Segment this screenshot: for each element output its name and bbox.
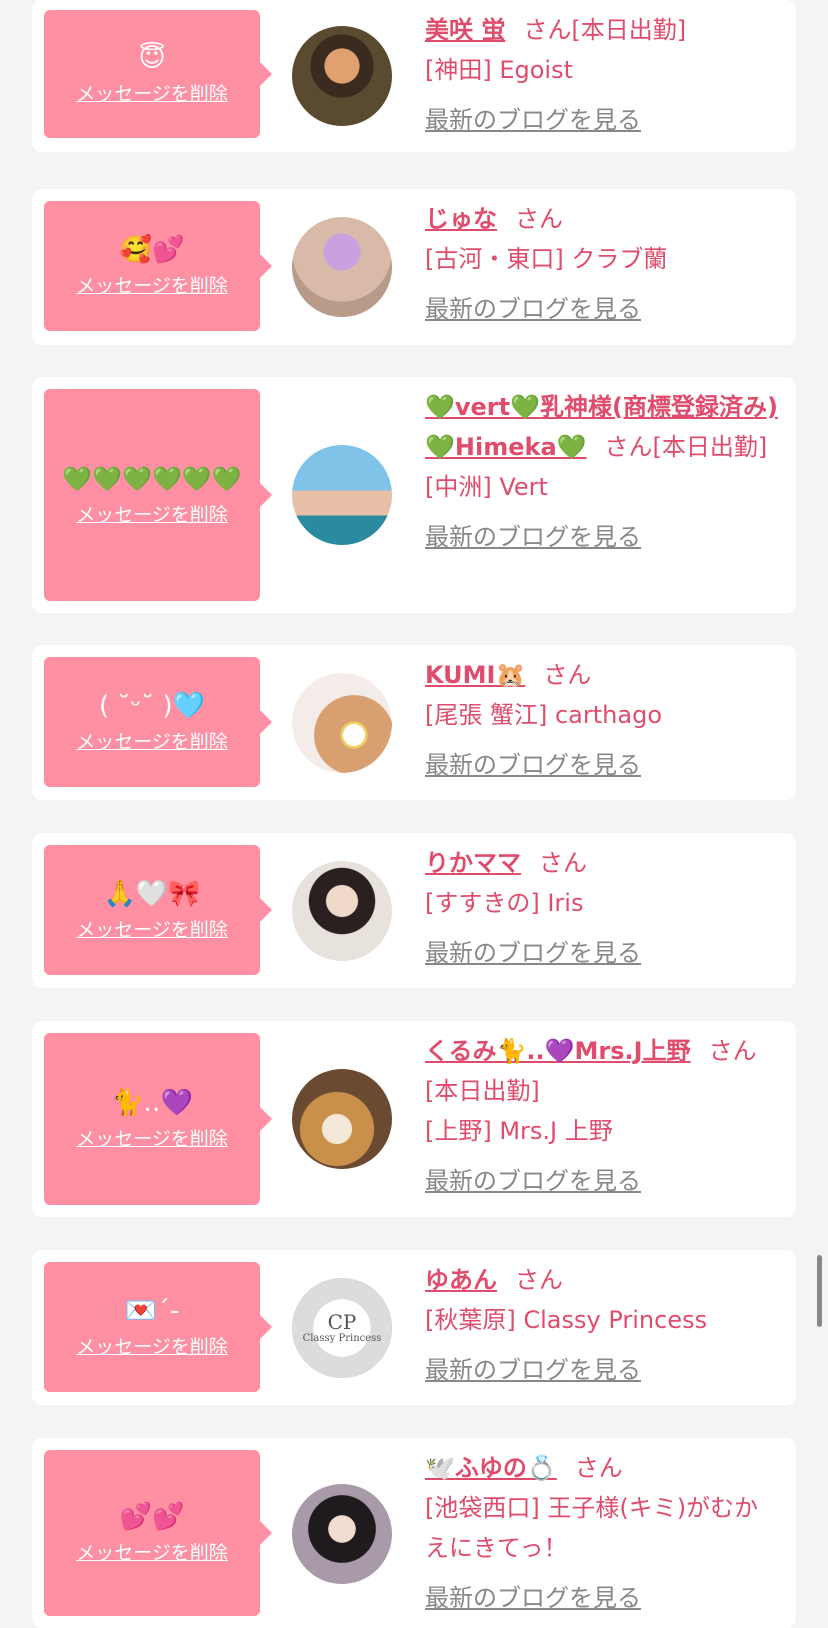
delete-message-link[interactable]: メッセージを削除 [76, 1538, 228, 1565]
avatar[interactable] [292, 217, 392, 317]
girl-name-link[interactable]: りかママ [425, 849, 521, 877]
status-label: [本日出勤] [425, 1077, 540, 1105]
honorific: さん [708, 1037, 757, 1065]
message-emoji: 💌´- [124, 1295, 180, 1326]
status-label: [本日出勤] [571, 16, 687, 44]
message-card: 💌´- メッセージを削除 CP Classy Princess ゆあん さん [秋… [32, 1250, 796, 1405]
avatar[interactable] [292, 673, 392, 773]
message-card: 💕💕 メッセージを削除 🕊️ふゆの💍 さん [池袋西口] 王子様(キミ)がむかえに… [32, 1438, 796, 1628]
delete-message-link[interactable]: メッセージを削除 [76, 79, 228, 106]
entry-info: 🕊️ふゆの💍 さん [池袋西口] 王子様(キミ)がむかえにきてっ！ 最新のブログを… [425, 1448, 782, 1618]
message-emoji: ( ˘ᵕ˘ )🩵 [99, 690, 205, 721]
delete-message-link[interactable]: メッセージを削除 [76, 271, 228, 298]
entry-info: 💚vert💚乳神様(商標登録済み)💚Himeka💚 さん[本日出勤] [中洲] V… [425, 387, 782, 557]
latest-blog-link[interactable]: 最新のブログを見る [425, 1167, 641, 1195]
avatar[interactable]: CP Classy Princess [292, 1278, 392, 1378]
latest-blog-link[interactable]: 最新のブログを見る [425, 1356, 641, 1384]
message-card: 🥰💕 メッセージを削除 じゅな さん [古河・東口] クラブ蘭 最新のブログを見る [32, 189, 796, 345]
message-emoji: 🙏🤍🎀 [103, 878, 201, 909]
latest-blog-link[interactable]: 最新のブログを見る [425, 939, 641, 967]
scrollbar[interactable] [817, 1255, 822, 1327]
message-emoji: 🥰💕 [119, 234, 185, 265]
message-card: 🙏🤍🎀 メッセージを削除 りかママ さん [すすきの] Iris 最新のブログを見… [32, 833, 796, 988]
delete-message-link[interactable]: メッセージを削除 [76, 500, 228, 527]
location-text: [上野] Mrs.J 上野 [425, 1117, 613, 1145]
girl-name-link[interactable]: じゅな [425, 205, 497, 233]
message-bubble: 💌´- メッセージを削除 [44, 1262, 272, 1392]
entry-info: ゆあん さん [秋葉原] Classy Princess 最新のブログを見る [425, 1260, 782, 1390]
girl-name-link[interactable]: 🕊️ふゆの💍 [425, 1454, 557, 1482]
latest-blog-link[interactable]: 最新のブログを見る [425, 295, 641, 323]
message-emoji: 😇 [138, 42, 166, 73]
entry-info: りかママ さん [すすきの] Iris 最新のブログを見る [425, 843, 782, 973]
honorific: さん [539, 849, 587, 877]
entry-info: 美咲 蛍さん[本日出勤] [神田] Egoist 最新のブログを見る [425, 10, 782, 140]
girl-name-link[interactable]: 美咲 蛍 [425, 16, 505, 44]
classy-princess-logo: CP [327, 1310, 357, 1334]
message-bubble: 🥰💕 メッセージを削除 [44, 201, 272, 331]
location-text: [古河・東口] クラブ蘭 [425, 245, 668, 273]
honorific: さん [574, 1454, 623, 1482]
message-emoji: 💕💕 [119, 1501, 185, 1532]
location-text: [すすきの] Iris [425, 889, 584, 917]
avatar[interactable] [292, 26, 392, 126]
message-emoji: 🐈‥💜 [110, 1087, 194, 1118]
message-card: 😇 メッセージを削除 美咲 蛍さん[本日出勤] [神田] Egoist 最新のブ… [32, 0, 796, 152]
delete-message-link[interactable]: メッセージを削除 [76, 1332, 228, 1359]
status-label: [本日出勤] [652, 433, 768, 461]
classy-princess-wordmark: Classy Princess [302, 1333, 382, 1344]
message-emoji: 💚💚💚💚💚💚 [62, 464, 242, 493]
girl-name-link[interactable]: くるみ🐈..💜Mrs.J上野 [425, 1037, 691, 1065]
avatar[interactable] [292, 861, 392, 961]
girl-name-link[interactable]: KUMI🐹 [425, 661, 525, 689]
entry-info: くるみ🐈..💜Mrs.J上野 さん [本日出勤] [上野] Mrs.J 上野 最新… [425, 1031, 782, 1201]
avatar[interactable] [292, 1484, 392, 1584]
latest-blog-link[interactable]: 最新のブログを見る [425, 523, 641, 551]
message-card: 💚💚💚💚💚💚 メッセージを削除 💚vert💚乳神様(商標登録済み)💚Himeka… [32, 377, 796, 613]
location-text: [秋葉原] Classy Princess [425, 1306, 708, 1334]
avatar[interactable] [292, 445, 392, 545]
location-text: [中洲] Vert [425, 473, 548, 501]
latest-blog-link[interactable]: 最新のブログを見る [425, 1584, 641, 1612]
message-bubble: ( ˘ᵕ˘ )🩵 メッセージを削除 [44, 657, 272, 787]
latest-blog-link[interactable]: 最新のブログを見る [425, 106, 641, 134]
delete-message-link[interactable]: メッセージを削除 [76, 915, 228, 942]
message-bubble: 🙏🤍🎀 メッセージを削除 [44, 845, 272, 975]
message-bubble: 😇 メッセージを削除 [44, 10, 272, 138]
message-card: ( ˘ᵕ˘ )🩵 メッセージを削除 KUMI🐹 さん [尾張 蟹江] cartha… [32, 645, 796, 800]
message-bubble: 💚💚💚💚💚💚 メッセージを削除 [44, 389, 272, 601]
girl-name-link[interactable]: ゆあん [425, 1266, 497, 1294]
delete-message-link[interactable]: メッセージを削除 [76, 727, 228, 754]
message-card: 🐈‥💜 メッセージを削除 くるみ🐈..💜Mrs.J上野 さん [本日出勤] [上野… [32, 1021, 796, 1217]
entry-info: じゅな さん [古河・東口] クラブ蘭 最新のブログを見る [425, 199, 782, 329]
honorific: さん [604, 433, 653, 461]
location-text: [尾張 蟹江] carthago [425, 701, 662, 729]
delete-message-link[interactable]: メッセージを削除 [76, 1124, 228, 1151]
honorific: さん [523, 16, 572, 44]
latest-blog-link[interactable]: 最新のブログを見る [425, 751, 641, 779]
honorific: さん [543, 661, 592, 689]
honorific: さん [515, 205, 563, 233]
location-text: [神田] Egoist [425, 56, 574, 84]
message-bubble: 🐈‥💜 メッセージを削除 [44, 1033, 272, 1205]
honorific: さん [515, 1266, 563, 1294]
avatar[interactable] [292, 1069, 392, 1169]
location-text: [池袋西口] 王子様(キミ)がむかえにきてっ！ [425, 1494, 759, 1562]
message-bubble: 💕💕 メッセージを削除 [44, 1450, 272, 1616]
entry-info: KUMI🐹 さん [尾張 蟹江] carthago 最新のブログを見る [425, 655, 782, 785]
